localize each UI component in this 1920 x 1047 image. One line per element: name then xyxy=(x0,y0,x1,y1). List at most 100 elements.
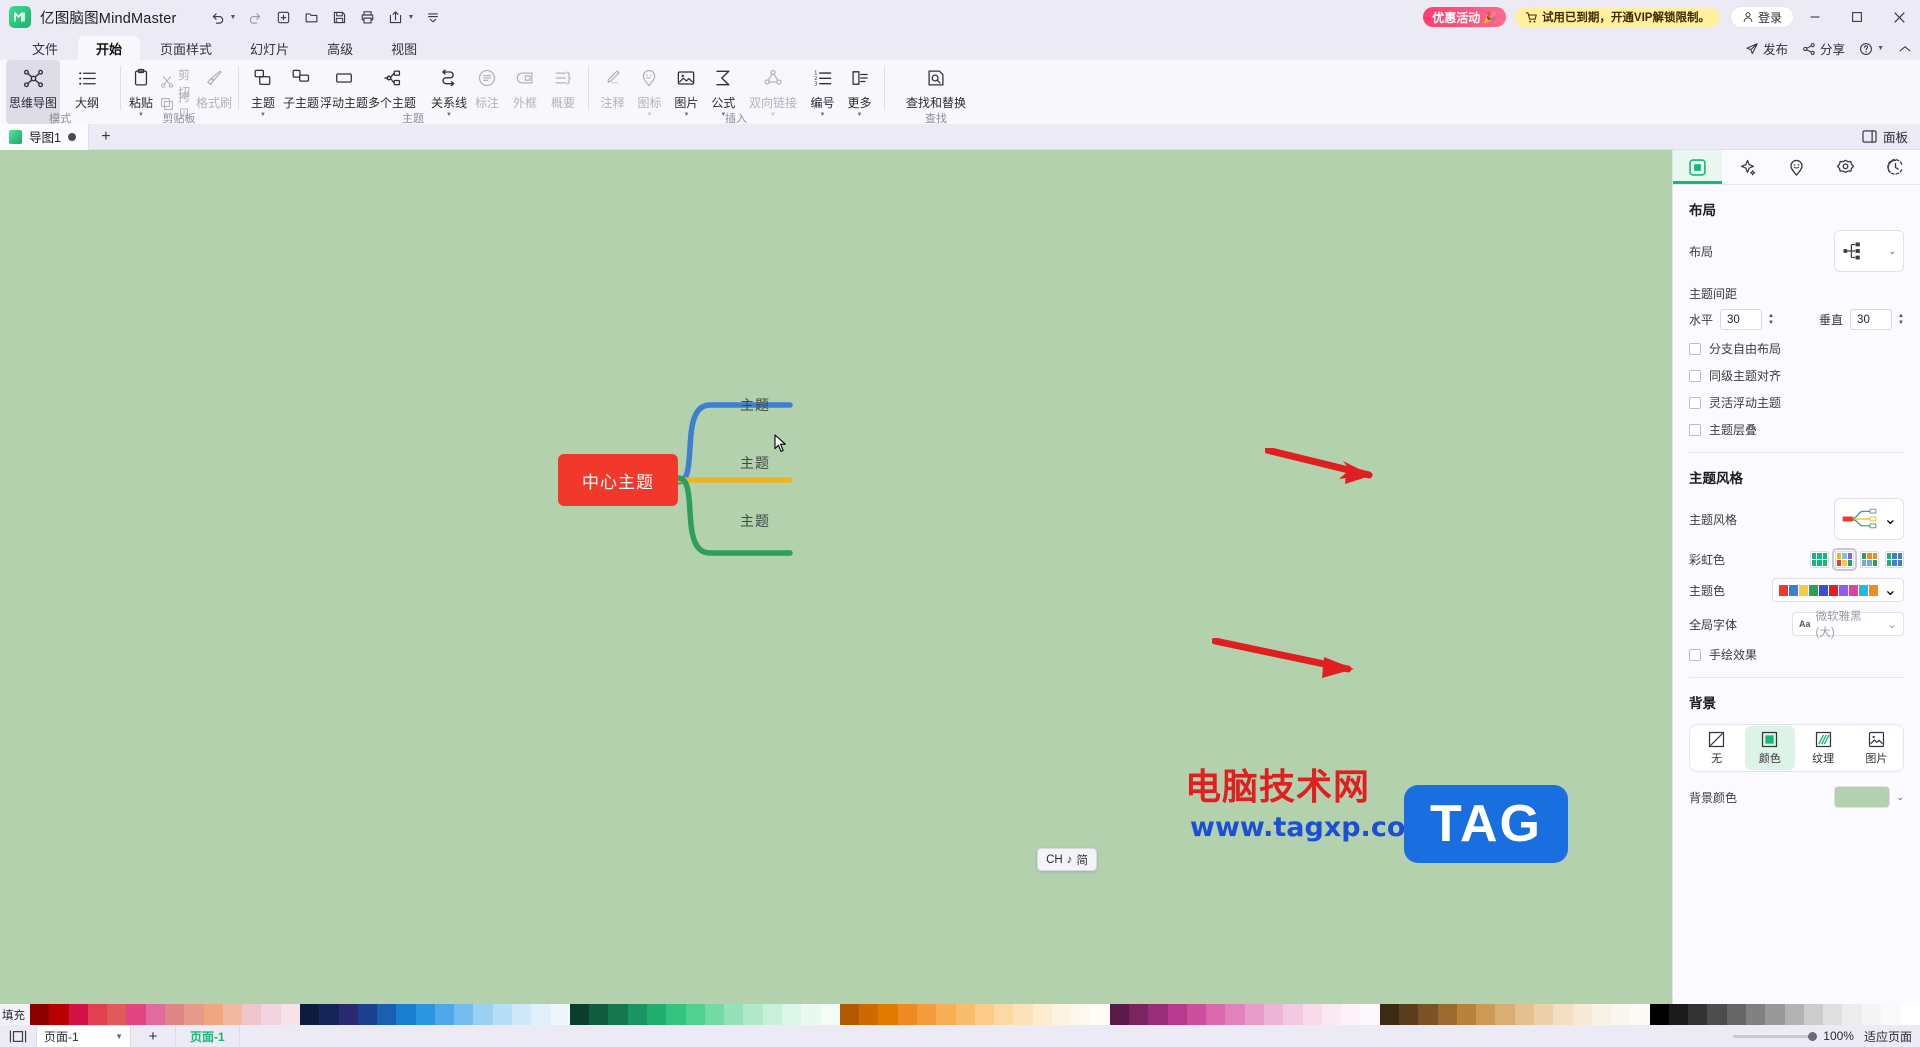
palette-color-0[interactable] xyxy=(30,1004,50,1025)
palette-color-80[interactable] xyxy=(1572,1004,1592,1025)
publish-button[interactable]: 发布 xyxy=(1745,39,1788,58)
mindmap-canvas[interactable]: 中心主题 主题 主题 主题 xyxy=(0,150,1672,1004)
vertical-value[interactable]: 30 xyxy=(1850,309,1893,330)
maximize-button[interactable] xyxy=(1836,0,1878,34)
palette-color-53[interactable] xyxy=(1051,1004,1072,1025)
undo-caret-icon[interactable]: ▼ xyxy=(230,14,237,21)
palette-color-91[interactable] xyxy=(1784,1004,1804,1025)
palette-color-88[interactable] xyxy=(1726,1004,1747,1025)
checkbox-topic-overlap[interactable]: 主题层叠 xyxy=(1673,416,1920,443)
zoom-slider-knob[interactable] xyxy=(1808,1031,1818,1041)
help-caret-icon[interactable]: ▼ xyxy=(1877,45,1884,52)
palette-color-19[interactable] xyxy=(396,1004,416,1025)
palette-color-26[interactable] xyxy=(531,1004,551,1025)
palette-color-83[interactable] xyxy=(1630,1004,1650,1025)
palette-color-82[interactable] xyxy=(1611,1004,1631,1025)
palette-color-55[interactable] xyxy=(1090,1004,1110,1025)
palette-color-87[interactable] xyxy=(1707,1004,1727,1025)
palette-color-28[interactable] xyxy=(569,1004,590,1025)
menu-tab-view[interactable]: 视图 xyxy=(373,36,435,60)
palette-color-89[interactable] xyxy=(1746,1004,1766,1025)
help-button[interactable]: ▼ xyxy=(1859,42,1884,56)
checkbox-sibling-align-box[interactable] xyxy=(1689,369,1701,382)
checkbox-topic-overlap-box[interactable] xyxy=(1689,423,1701,436)
close-button[interactable] xyxy=(1878,0,1920,34)
vertical-spin-arrows[interactable]: ▲ ▼ xyxy=(1898,313,1904,326)
palette-color-30[interactable] xyxy=(608,1004,628,1025)
checkbox-flexible-floating[interactable]: 灵活浮动主题 xyxy=(1673,389,1920,416)
palette-color-46[interactable] xyxy=(916,1004,937,1025)
palette-color-8[interactable] xyxy=(184,1004,204,1025)
print-button[interactable] xyxy=(354,5,380,29)
palette-color-37[interactable] xyxy=(743,1004,763,1025)
ime-indicator[interactable]: CH ♪ 简 xyxy=(1037,848,1097,871)
palette-color-68[interactable] xyxy=(1341,1004,1361,1025)
share-button[interactable]: 分享 xyxy=(1802,39,1845,58)
palette-color-45[interactable] xyxy=(897,1004,917,1025)
export-caret-icon[interactable]: ▼ xyxy=(407,14,414,21)
palette-color-90[interactable] xyxy=(1765,1004,1785,1025)
export-button[interactable] xyxy=(382,5,408,29)
palette-color-62[interactable] xyxy=(1225,1004,1245,1025)
palette-color-57[interactable] xyxy=(1129,1004,1149,1025)
menu-tab-advanced[interactable]: 高级 xyxy=(309,36,371,60)
palette-color-61[interactable] xyxy=(1206,1004,1226,1025)
layout-select[interactable]: ⌄ xyxy=(1834,230,1904,272)
vip-badge[interactable]: 试用已到期，开通VIP解锁限制。 xyxy=(1514,7,1720,27)
branch-topic-2[interactable]: 主题 xyxy=(740,453,770,473)
page-view-button[interactable] xyxy=(0,1030,36,1043)
undo-button[interactable] xyxy=(205,5,231,29)
palette-color-74[interactable] xyxy=(1456,1004,1477,1025)
topic-color-select[interactable]: ⌄ xyxy=(1772,578,1904,602)
palette-color-95[interactable] xyxy=(1861,1004,1881,1025)
palette-color-2[interactable] xyxy=(68,1004,88,1025)
vertical-stepper[interactable]: 30 ▲ ▼ xyxy=(1850,309,1904,330)
palette-color-85[interactable] xyxy=(1668,1004,1689,1025)
panel-tab-style[interactable] xyxy=(1821,150,1870,184)
palette-color-11[interactable] xyxy=(242,1004,262,1025)
collapse-ribbon-button[interactable] xyxy=(1898,44,1912,54)
palette-color-69[interactable] xyxy=(1360,1004,1380,1025)
palette-color-33[interactable] xyxy=(666,1004,686,1025)
menu-tab-file[interactable]: 文件 xyxy=(14,36,76,60)
theme-style-select[interactable]: ⌄ xyxy=(1834,498,1904,540)
menu-tab-slideshow[interactable]: 幻灯片 xyxy=(232,36,307,60)
palette-color-5[interactable] xyxy=(126,1004,146,1025)
palette-color-39[interactable] xyxy=(781,1004,802,1025)
palette-color-47[interactable] xyxy=(936,1004,956,1025)
rainbow-swatch-blue-green-grid[interactable] xyxy=(1885,550,1904,568)
horizontal-stepper[interactable]: 30 ▲ ▼ xyxy=(1720,309,1774,330)
palette-color-58[interactable] xyxy=(1148,1004,1168,1025)
background-option-picture[interactable]: 图片 xyxy=(1852,726,1901,770)
login-button[interactable]: 登录 xyxy=(1729,6,1794,28)
menu-tab-home[interactable]: 开始 xyxy=(78,36,141,60)
palette-color-38[interactable] xyxy=(762,1004,782,1025)
palette-color-17[interactable] xyxy=(357,1004,378,1025)
palette-color-36[interactable] xyxy=(724,1004,744,1025)
global-font-select[interactable]: Aa 微软雅黑 (大) ⌄ xyxy=(1792,611,1904,639)
palette-color-24[interactable] xyxy=(492,1004,513,1025)
open-button[interactable] xyxy=(298,5,324,29)
background-color-chevron-icon[interactable]: ⌄ xyxy=(1896,792,1904,803)
rainbow-swatch-orange-blue-grid[interactable] xyxy=(1860,550,1879,568)
background-option-texture[interactable]: 纹理 xyxy=(1799,726,1848,770)
new-button[interactable] xyxy=(270,5,296,29)
palette-color-21[interactable] xyxy=(434,1004,455,1025)
palette-color-31[interactable] xyxy=(627,1004,647,1025)
palette-color-25[interactable] xyxy=(512,1004,532,1025)
add-page-button[interactable]: + xyxy=(131,1028,175,1045)
checkbox-free-layout-box[interactable] xyxy=(1689,342,1701,355)
palette-color-16[interactable] xyxy=(338,1004,358,1025)
palette-color-78[interactable] xyxy=(1533,1004,1554,1025)
palette-color-60[interactable] xyxy=(1186,1004,1207,1025)
palette-color-75[interactable] xyxy=(1476,1004,1496,1025)
palette-color-41[interactable] xyxy=(820,1004,840,1025)
palette-color-13[interactable] xyxy=(280,1004,300,1025)
palette-color-strip[interactable] xyxy=(30,1004,1920,1025)
palette-color-54[interactable] xyxy=(1071,1004,1091,1025)
palette-color-35[interactable] xyxy=(704,1004,725,1025)
checkbox-hand-drawn-box[interactable] xyxy=(1689,648,1701,661)
panel-tab-layout[interactable] xyxy=(1673,150,1723,184)
checkbox-free-layout[interactable]: 分支自由布局 xyxy=(1673,335,1920,362)
palette-color-84[interactable] xyxy=(1649,1004,1669,1025)
